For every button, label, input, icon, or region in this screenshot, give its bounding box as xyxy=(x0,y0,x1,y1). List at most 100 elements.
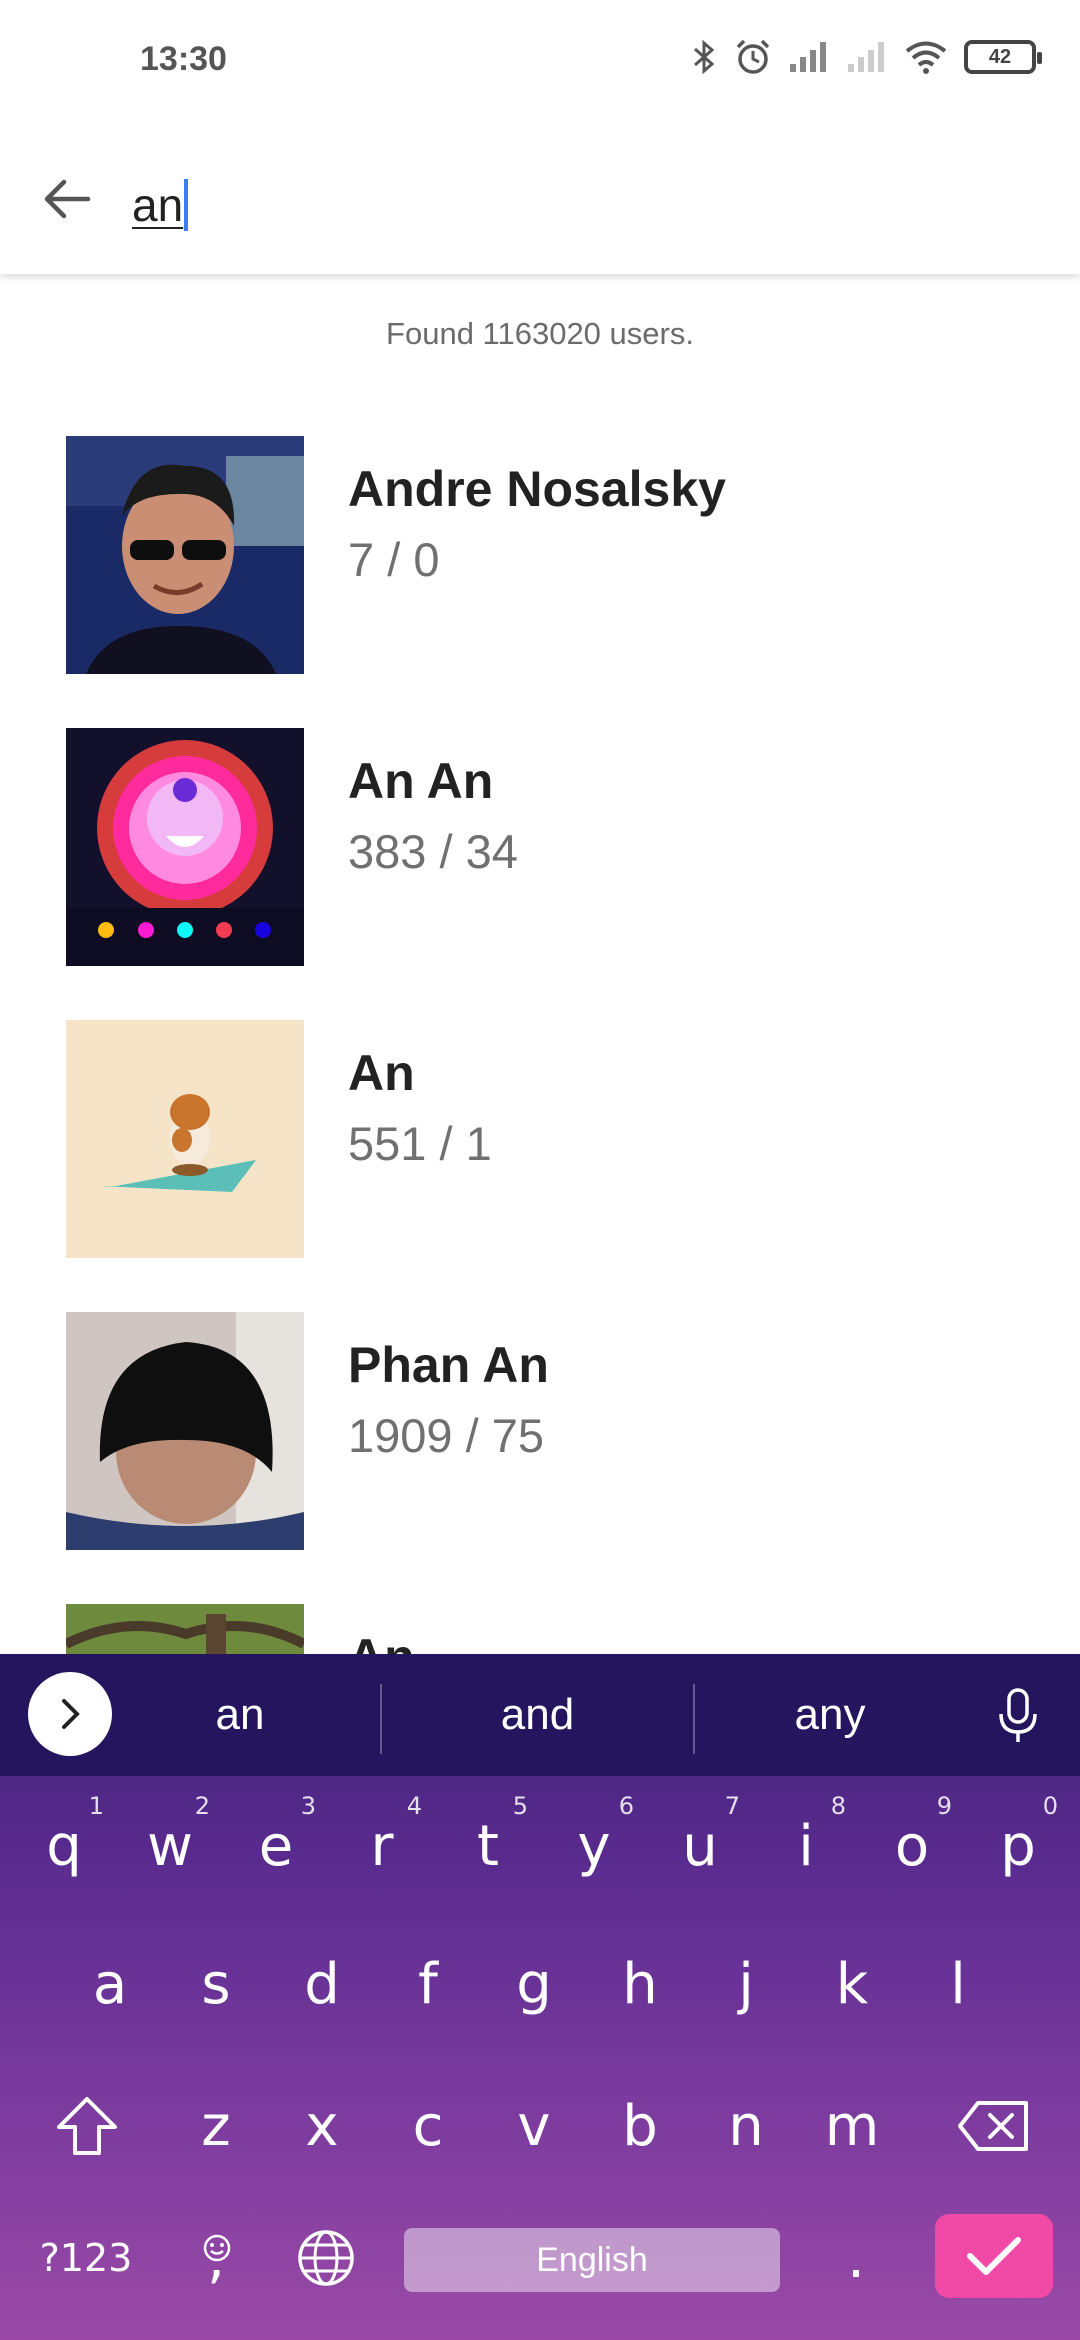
language-key[interactable] xyxy=(276,2206,376,2310)
user-row[interactable]: Phan An 1909 / 75 xyxy=(0,1312,1080,1604)
key-hint: 4 xyxy=(406,1792,422,1820)
suggestion-divider xyxy=(693,1684,695,1754)
suggestion-divider xyxy=(380,1684,382,1754)
key-b[interactable]: b xyxy=(590,2066,690,2186)
shift-key[interactable] xyxy=(34,2066,140,2186)
user-row[interactable]: Andre Nosalsky 7 / 0 xyxy=(0,436,1080,728)
results-count: Found 1163020 users. xyxy=(386,316,694,351)
key-j[interactable]: j xyxy=(696,1924,796,2044)
key-r[interactable]: r4 xyxy=(332,1786,432,1906)
user-stats: 383 / 34 xyxy=(348,825,518,878)
key-label: u xyxy=(682,1813,718,1879)
key-k[interactable]: k xyxy=(802,1924,902,2044)
key-z[interactable]: z xyxy=(166,2066,266,2186)
key-e[interactable]: e3 xyxy=(226,1786,326,1906)
search-app-bar: an xyxy=(0,126,1080,274)
key-hint: 2 xyxy=(194,1792,210,1820)
user-name: Andre Nosalsky xyxy=(348,461,726,517)
key-l[interactable]: l xyxy=(908,1924,1008,2044)
chevron-right-icon xyxy=(62,1699,80,1729)
key-hint: 7 xyxy=(724,1792,740,1820)
key-hint: 8 xyxy=(830,1792,846,1820)
status-time: 13:30 xyxy=(140,40,227,78)
alarm-icon xyxy=(736,39,770,74)
key-h[interactable]: h xyxy=(590,1924,690,2044)
symbols-key[interactable]: ?123 xyxy=(20,2206,152,2310)
key-label: t xyxy=(477,1813,499,1879)
key-n[interactable]: n xyxy=(696,2066,796,2186)
avatar xyxy=(66,1020,304,1258)
key-s[interactable]: s xyxy=(166,1924,266,2044)
key-label: y xyxy=(577,1813,611,1879)
bluetooth-icon xyxy=(694,39,715,75)
user-name: Phan An xyxy=(348,1337,549,1393)
search-input[interactable]: an xyxy=(132,178,189,232)
wifi-icon xyxy=(905,41,947,74)
signal-weak-icon xyxy=(848,42,884,72)
text-cursor xyxy=(184,179,189,231)
key-g[interactable]: g xyxy=(484,1924,584,2044)
suggestion-1[interactable]: an xyxy=(140,1654,340,1776)
back-button[interactable] xyxy=(32,164,102,234)
key-hint: 9 xyxy=(936,1792,952,1820)
key-label: e xyxy=(258,1813,294,1879)
toolbar-toggle-button[interactable] xyxy=(28,1672,112,1756)
key-label: i xyxy=(798,1813,814,1879)
key-d[interactable]: d xyxy=(272,1924,372,2044)
key-a[interactable]: a xyxy=(60,1924,160,2044)
key-t[interactable]: t5 xyxy=(438,1786,538,1906)
key-p[interactable]: p0 xyxy=(968,1786,1068,1906)
suggestion-3[interactable]: any xyxy=(730,1654,930,1776)
key-q[interactable]: q1 xyxy=(14,1786,114,1906)
key-label: o xyxy=(894,1813,930,1879)
shift-icon xyxy=(57,2097,117,2155)
key-y[interactable]: y6 xyxy=(544,1786,644,1906)
backspace-key[interactable] xyxy=(938,2066,1048,2186)
arrow-back-icon xyxy=(44,179,91,219)
avatar xyxy=(66,1312,304,1550)
key-i[interactable]: i8 xyxy=(756,1786,856,1906)
enter-key[interactable] xyxy=(935,2214,1053,2298)
microphone-icon xyxy=(999,1688,1037,1742)
user-stats: 551 / 1 xyxy=(348,1117,492,1170)
key-f[interactable]: f xyxy=(378,1924,478,2044)
space-key[interactable]: English xyxy=(404,2228,780,2292)
key-hint: 1 xyxy=(88,1792,104,1820)
key-hint: 5 xyxy=(512,1792,528,1820)
soft-keyboard: an and any q1 w2 e3 r4 t5 y6 u7 i8 o9 p0… xyxy=(0,1654,1080,2340)
avatar xyxy=(66,436,304,674)
key-o[interactable]: o9 xyxy=(862,1786,962,1906)
suggestion-2[interactable]: and xyxy=(420,1654,655,1776)
globe-icon xyxy=(298,2230,354,2286)
checkmark-icon xyxy=(967,2237,1021,2275)
key-label: q xyxy=(46,1813,82,1879)
key-hint: 0 xyxy=(1042,1792,1058,1820)
key-label: w xyxy=(147,1813,193,1879)
key-label: r xyxy=(370,1813,394,1879)
signal-icon xyxy=(790,42,826,72)
user-stats: 7 / 0 xyxy=(348,533,440,586)
key-m[interactable]: m xyxy=(802,2066,902,2186)
emoji-icon xyxy=(202,2212,232,2277)
key-u[interactable]: u7 xyxy=(650,1786,750,1906)
period-key[interactable]: . xyxy=(806,2206,906,2310)
user-row[interactable]: An 551 / 1 xyxy=(0,1020,1080,1312)
key-hint: 3 xyxy=(300,1792,316,1820)
avatar xyxy=(66,728,304,966)
user-row[interactable]: An An 383 / 34 xyxy=(0,728,1080,1020)
key-c[interactable]: c xyxy=(378,2066,478,2186)
status-icons: 42 xyxy=(692,38,1042,76)
search-query: an xyxy=(132,179,184,231)
microphone-button[interactable] xyxy=(984,1682,1052,1750)
status-bar: 13:30 42 xyxy=(0,0,1080,126)
backspace-icon xyxy=(958,2101,1028,2151)
key-hint: 6 xyxy=(618,1792,634,1820)
user-name: An An xyxy=(348,753,494,809)
suggestion-bar: an and any xyxy=(0,1654,1080,1776)
key-v[interactable]: v xyxy=(484,2066,584,2186)
key-x[interactable]: x xyxy=(272,2066,372,2186)
comma-emoji-key[interactable]: , xyxy=(166,2206,266,2310)
user-stats: 1909 / 75 xyxy=(348,1409,545,1462)
user-name: An xyxy=(348,1045,415,1101)
key-w[interactable]: w2 xyxy=(120,1786,220,1906)
